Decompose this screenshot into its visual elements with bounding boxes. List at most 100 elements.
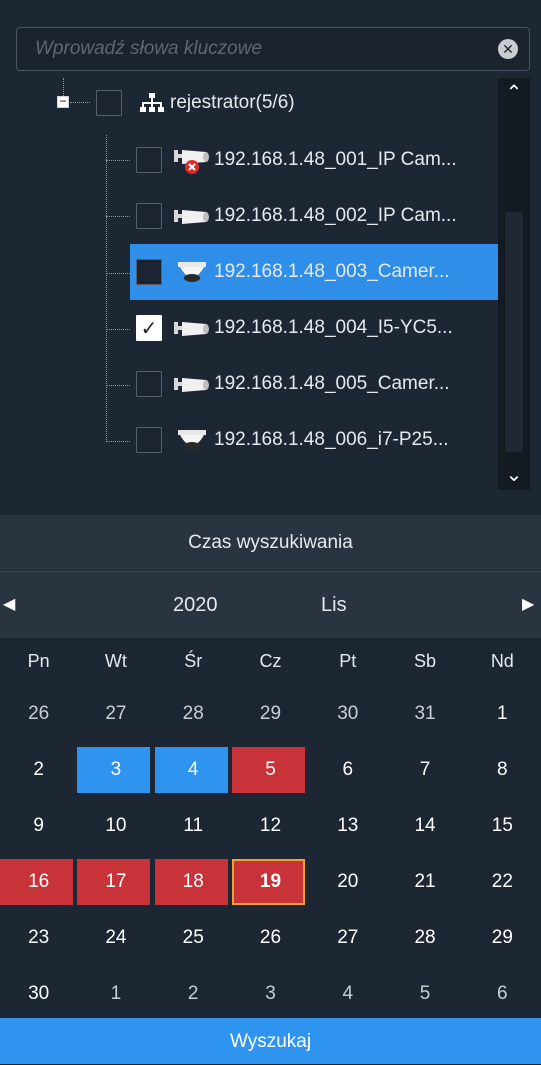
calendar-day[interactable]: 14 xyxy=(386,798,463,854)
calendar-day[interactable]: 26 xyxy=(0,686,77,742)
tree-line xyxy=(106,216,130,217)
calendar-day[interactable]: 7 xyxy=(386,742,463,798)
bullet-camera-icon xyxy=(172,370,210,398)
calendar-day-recorded[interactable]: 3 xyxy=(77,742,154,798)
calendar-day[interactable]: 5 xyxy=(386,966,463,1022)
camera-checkbox[interactable] xyxy=(136,147,162,173)
tree-scrollbar[interactable]: ⌃ ⌄ xyxy=(498,78,530,490)
calendar-day[interactable]: 6 xyxy=(464,966,541,1022)
calendar-day[interactable]: 2 xyxy=(155,966,232,1022)
calendar-day-recorded[interactable]: 4 xyxy=(154,742,232,798)
calendar-day[interactable]: 3 xyxy=(232,966,309,1022)
tree-node-root[interactable]: rejestrator(5/6) xyxy=(96,78,295,128)
weekday-header: Pn Wt Śr Cz Pt Sb Nd xyxy=(0,638,541,684)
dome-camera-icon xyxy=(172,258,210,286)
tree-node-camera[interactable]: 192.168.1.48_002_IP Cam... xyxy=(136,191,457,241)
camera-checkbox[interactable] xyxy=(136,259,162,285)
scrollbar-thumb[interactable] xyxy=(505,212,523,452)
calendar-day[interactable]: 6 xyxy=(309,742,386,798)
calendar-day-alarm[interactable]: 18 xyxy=(154,854,232,910)
camera-label: 192.168.1.48_004_I5-YC5... xyxy=(214,317,453,338)
calendar-day[interactable]: 10 xyxy=(77,798,154,854)
tree-line xyxy=(106,441,130,442)
calendar-day[interactable]: 15 xyxy=(464,798,541,854)
calendar-day[interactable]: 27 xyxy=(309,910,386,966)
next-month-icon[interactable]: ▶ xyxy=(522,594,538,614)
calendar-day[interactable]: 28 xyxy=(386,910,463,966)
weekday-label: Pn xyxy=(27,651,50,671)
calendar-day[interactable]: 25 xyxy=(155,910,232,966)
calendar-day[interactable]: 31 xyxy=(386,686,463,742)
calendar-day[interactable]: 1 xyxy=(77,966,154,1022)
calendar-day[interactable]: 11 xyxy=(155,798,232,854)
calendar-day[interactable]: 29 xyxy=(464,910,541,966)
calendar-nav: ◀ 2020 Lis ▶ xyxy=(0,572,541,638)
search-button[interactable]: Wyszukaj xyxy=(0,1018,541,1064)
camera-checkbox[interactable] xyxy=(136,203,162,229)
camera-label: 192.168.1.48_006_i7-P25... xyxy=(214,429,449,450)
calendar-day[interactable]: 29 xyxy=(232,686,309,742)
calendar-day[interactable]: 2 xyxy=(0,742,77,798)
calendar-day[interactable]: 8 xyxy=(464,742,541,798)
bullet-camera-icon xyxy=(172,202,210,230)
tree-line xyxy=(106,135,107,440)
calendar-month[interactable]: Lis xyxy=(321,594,347,617)
camera-label: 192.168.1.48_005_Camer... xyxy=(214,373,450,394)
search-time-header: Czas wyszukiwania xyxy=(0,515,541,570)
prev-month-icon[interactable]: ◀ xyxy=(3,594,19,614)
calendar-day-alarm[interactable]: 16 xyxy=(0,854,77,910)
calendar-day-alarm[interactable]: 17 xyxy=(77,854,154,910)
calendar-year[interactable]: 2020 xyxy=(173,594,218,617)
calendar-day[interactable]: 30 xyxy=(309,686,386,742)
calendar-day[interactable]: 26 xyxy=(232,910,309,966)
calendar-day[interactable]: 24 xyxy=(77,910,154,966)
camera-checkbox[interactable]: ✓ xyxy=(136,315,162,341)
calendar-week: 26 27 28 29 30 31 1 xyxy=(0,686,541,742)
calendar-day-today[interactable]: 19 xyxy=(231,854,309,910)
camera-label: 192.168.1.48_001_IP Cam... xyxy=(214,149,457,170)
calendar-day[interactable]: 12 xyxy=(232,798,309,854)
calendar-day[interactable]: 23 xyxy=(0,910,77,966)
tree-node-camera[interactable]: 192.168.1.48_003_Camer... xyxy=(136,247,450,297)
tree-line xyxy=(106,385,130,386)
tree-line xyxy=(106,160,130,161)
camera-checkbox[interactable] xyxy=(136,371,162,397)
weekday-label: Cz xyxy=(259,651,282,671)
camera-label: 192.168.1.48_003_Camer... xyxy=(214,261,450,282)
calendar-day[interactable]: 13 xyxy=(309,798,386,854)
tree-node-camera[interactable]: 192.168.1.48_005_Camer... xyxy=(136,359,450,409)
camera-checkbox[interactable] xyxy=(136,427,162,453)
tree-node-camera[interactable]: ✓ 192.168.1.48_004_I5-YC5... xyxy=(136,303,453,353)
calendar-day-alarm[interactable]: 5 xyxy=(231,742,309,798)
weekday-label: Wt xyxy=(104,651,127,671)
root-label: rejestrator(5/6) xyxy=(170,92,295,113)
calendar-day[interactable]: 20 xyxy=(309,854,386,910)
root-checkbox[interactable] xyxy=(96,90,122,116)
chevron-down-icon[interactable]: ⌄ xyxy=(498,460,530,490)
search-box: ✕ xyxy=(16,27,530,71)
bullet-camera-icon xyxy=(172,314,210,342)
clear-icon[interactable]: ✕ xyxy=(498,39,518,59)
calendar-grid: 26 27 28 29 30 31 1 2 3 4 5 6 7 8 9 10 1… xyxy=(0,686,541,1022)
calendar-day[interactable]: 28 xyxy=(155,686,232,742)
tree-node-camera[interactable]: 192.168.1.48_001_IP Cam... xyxy=(136,135,457,185)
calendar-day[interactable]: 22 xyxy=(464,854,541,910)
bullet-camera-offline-icon xyxy=(172,146,210,174)
camera-label: 192.168.1.48_002_IP Cam... xyxy=(214,205,457,226)
calendar-day[interactable]: 21 xyxy=(386,854,463,910)
dome-camera-icon xyxy=(172,426,210,454)
weekday-label: Śr xyxy=(184,651,203,671)
calendar-day[interactable]: 30 xyxy=(0,966,77,1022)
calendar-day[interactable]: 4 xyxy=(309,966,386,1022)
tree-line xyxy=(106,329,130,330)
search-input[interactable] xyxy=(17,28,487,70)
tree-node-camera[interactable]: 192.168.1.48_006_i7-P25... xyxy=(136,415,449,465)
weekday-label: Sb xyxy=(414,651,437,671)
calendar-week: 30 1 2 3 4 5 6 xyxy=(0,966,541,1022)
calendar-day[interactable]: 9 xyxy=(0,798,77,854)
calendar-week: 9 10 11 12 13 14 15 xyxy=(0,798,541,854)
chevron-up-icon[interactable]: ⌃ xyxy=(498,78,530,108)
collapse-icon[interactable]: − xyxy=(57,95,69,108)
calendar-day[interactable]: 27 xyxy=(77,686,154,742)
calendar-day[interactable]: 1 xyxy=(464,686,541,742)
